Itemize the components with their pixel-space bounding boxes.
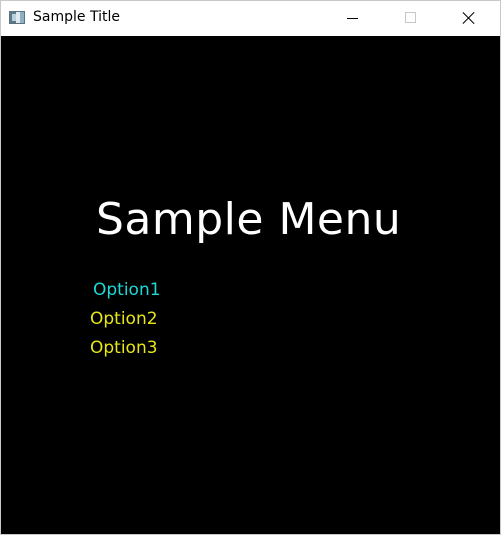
- minimize-icon: [347, 18, 358, 19]
- close-button[interactable]: [445, 1, 491, 36]
- maximize-icon: [405, 12, 416, 23]
- title-bar[interactable]: Sample Title: [1, 1, 500, 36]
- game-canvas: Sample Menu Option1 Option2 Option3: [1, 36, 500, 534]
- menu-option-1[interactable]: Option1: [93, 280, 161, 300]
- close-icon: [463, 12, 475, 24]
- menu-title: Sample Menu: [96, 194, 402, 245]
- minimize-button[interactable]: [329, 1, 375, 36]
- menu-option-2[interactable]: Option2: [90, 309, 158, 329]
- menu-option-3[interactable]: Option3: [90, 338, 158, 358]
- window-title: Sample Title: [33, 9, 120, 25]
- window-app-icon: [9, 11, 25, 24]
- maximize-button[interactable]: [387, 1, 433, 36]
- app-window: Sample Title Sample Menu Option1 Option2…: [0, 0, 501, 535]
